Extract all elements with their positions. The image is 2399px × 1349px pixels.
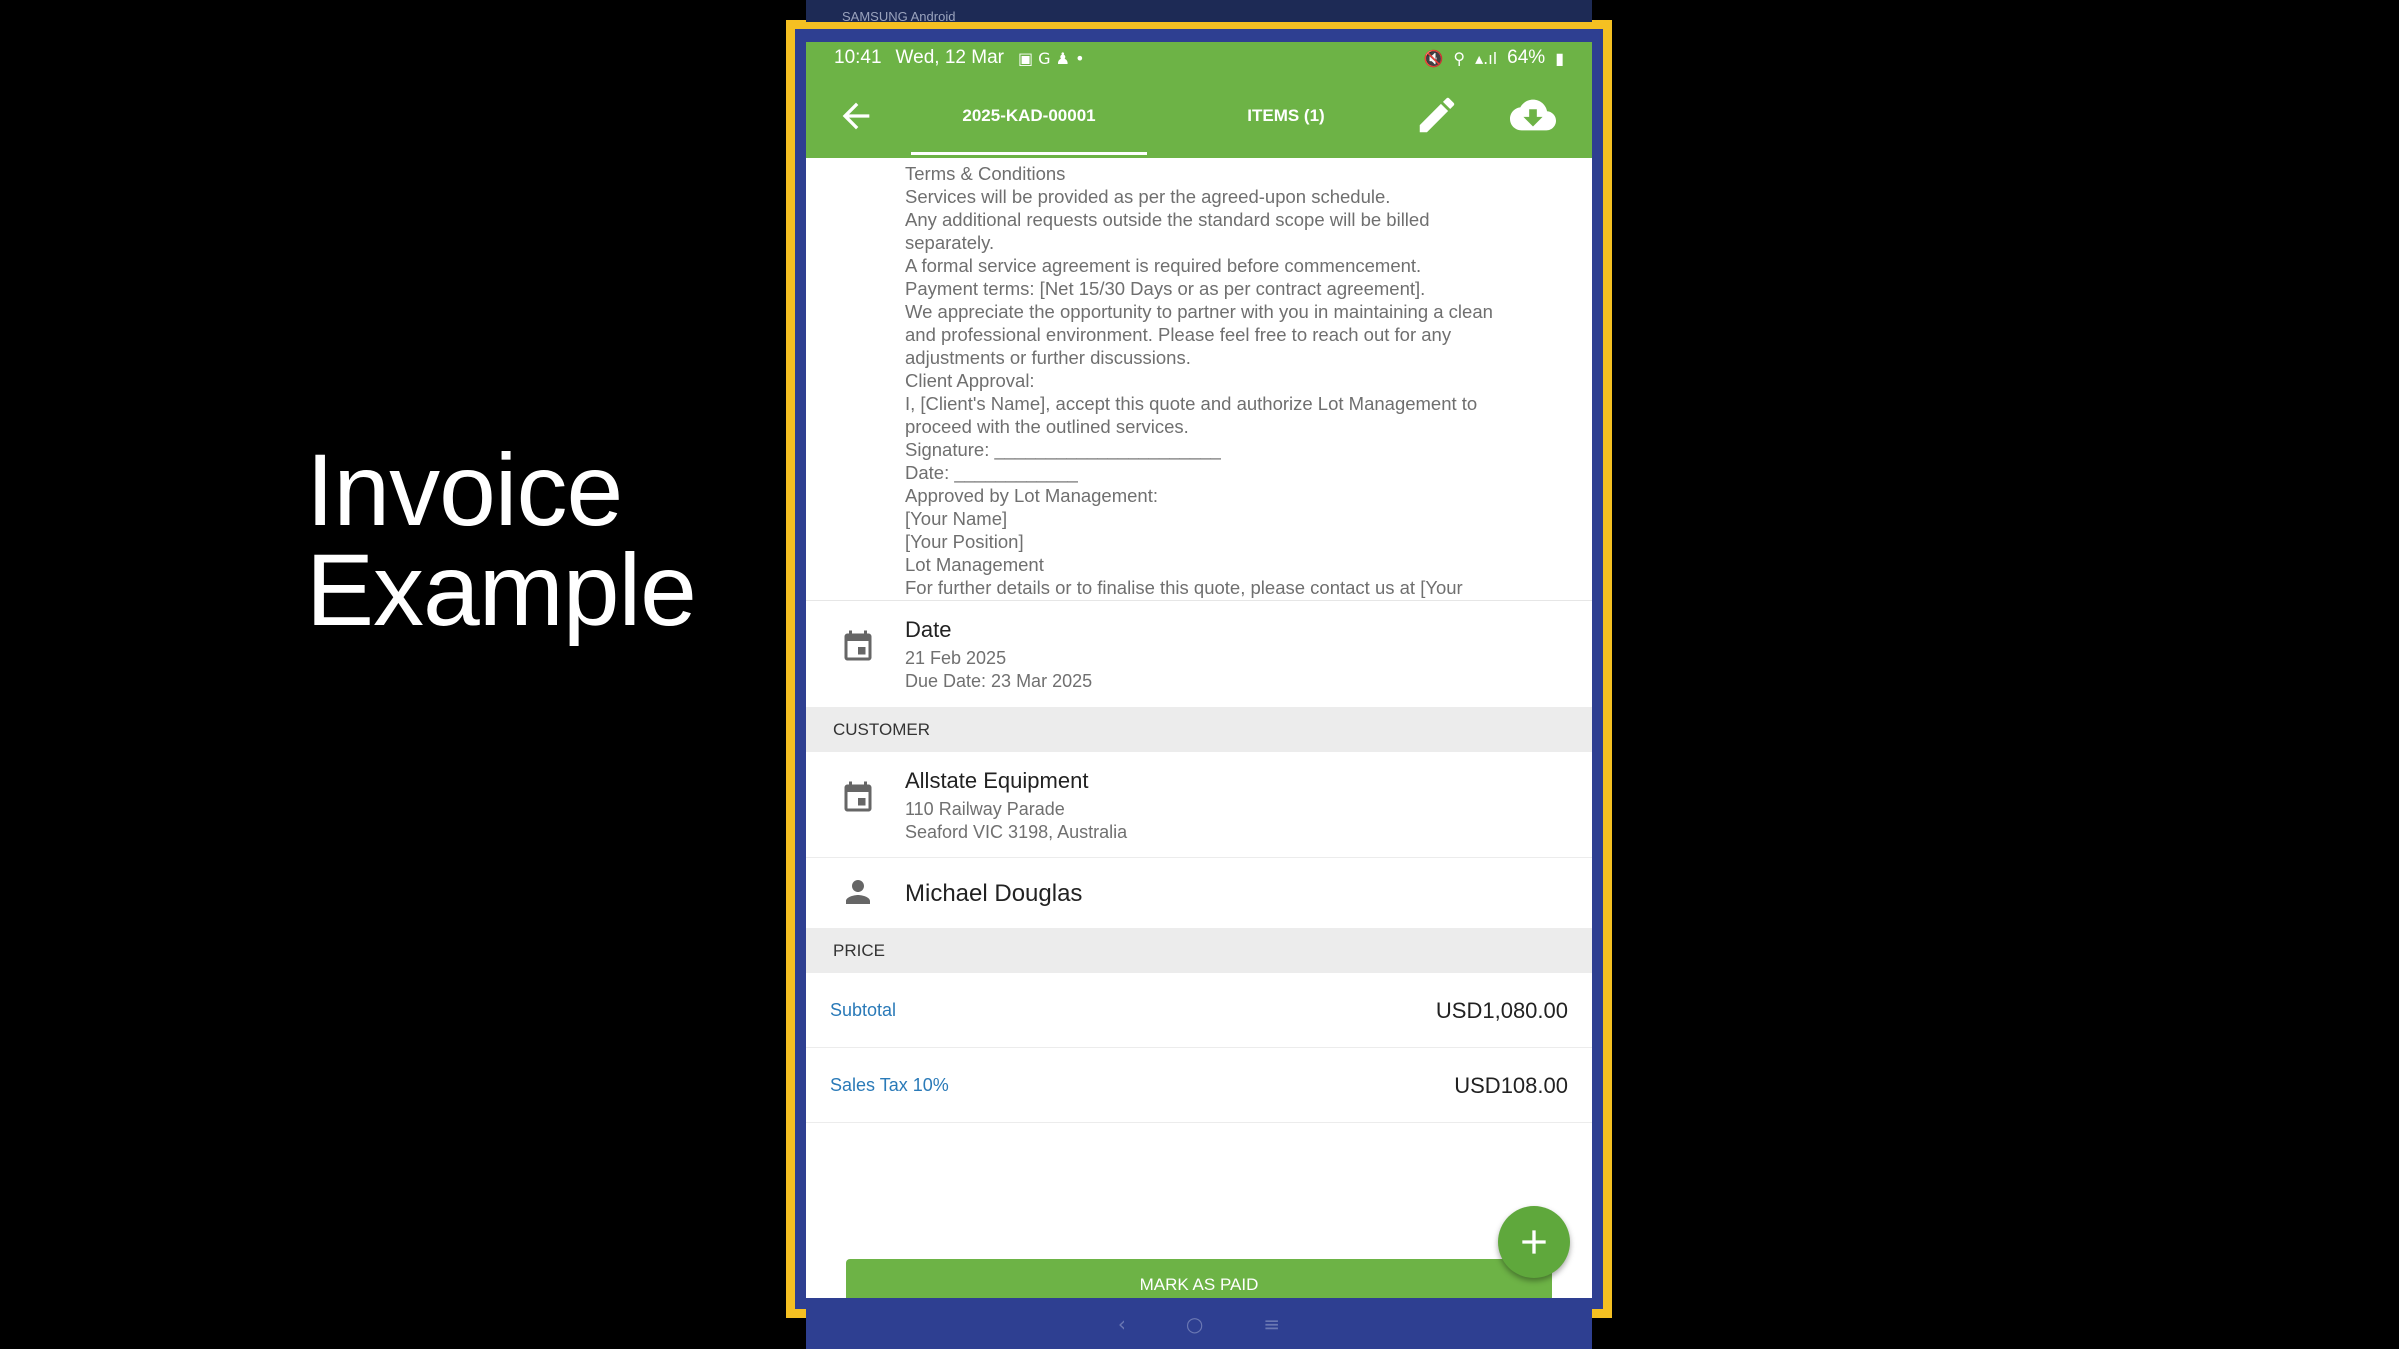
tab-items[interactable]: ITEMS (1) (1186, 74, 1386, 158)
terms-line: Client Approval: (905, 370, 1035, 391)
customer-section-header: CUSTOMER (806, 708, 1592, 752)
plus-icon (1522, 1230, 1546, 1254)
terms-line: adjustments or further discussions. (905, 347, 1191, 368)
terms-line: and professional environment. Please fee… (905, 324, 1452, 345)
subtotal-value: USD1,080.00 (1435, 998, 1568, 1023)
nav-home-icon[interactable]: ○ (1186, 1312, 1203, 1336)
battery-percent: 64% (1507, 47, 1546, 68)
terms-line: Approved by Lot Management: (905, 485, 1158, 506)
customer-name: Allstate Equipment (905, 768, 1089, 793)
terms-line: I, [Client's Name], accept this quote an… (905, 393, 1478, 414)
device-top-strip: SAMSUNG Android (806, 0, 1592, 24)
battery-icon: ▮ (1555, 48, 1564, 68)
location-icon: ⚲ (1453, 48, 1466, 68)
customer-address-line2: Seaford VIC 3198, Australia (905, 822, 1128, 842)
mute-icon: 🔇 (1423, 48, 1444, 68)
app-bar: 2025-KAD-00001 ITEMS (1) (806, 74, 1592, 158)
terms-line: A formal service agreement is required b… (905, 255, 1422, 276)
edit-pencil-icon[interactable] (1414, 92, 1460, 138)
back-arrow-icon[interactable] (836, 96, 876, 136)
slide-title: Invoice Example (306, 433, 697, 647)
price-section-header: PRICE (806, 929, 1592, 973)
subtotal-label: Subtotal (830, 1000, 897, 1020)
add-fab-button[interactable] (1498, 1206, 1570, 1278)
wifi-signal-icon: ▴.ıl (1475, 48, 1498, 68)
nav-recents-icon[interactable]: ≡ (1263, 1312, 1280, 1336)
terms-line: Any additional requests outside the stan… (905, 209, 1430, 230)
terms-line: For further details or to finalise this … (905, 577, 1463, 598)
phone-screen: 10:41 Wed, 12 Mar ▣ G ♟ • 🔇 ⚲ ▴.ıl 64% ▮… (806, 42, 1592, 1298)
android-nav-bar: ‹ ○ ≡ (806, 1298, 1592, 1349)
due-date: Due Date: 23 Mar 2025 (905, 671, 1093, 691)
sales-tax-value: USD108.00 (1454, 1073, 1568, 1098)
sales-tax-label: Sales Tax 10% (830, 1075, 949, 1095)
terms-line: Terms & Conditions (905, 163, 1066, 184)
device-label: SAMSUNG Android (842, 9, 956, 24)
terms-line: Lot Management (905, 554, 1044, 575)
terms-line: We appreciate the opportunity to partner… (905, 301, 1493, 322)
terms-line: Signature: ______________________ (905, 439, 1221, 460)
tab-indicator (911, 152, 1147, 155)
notification-icons: ▣ G ♟ • (1017, 48, 1085, 68)
cloud-download-icon[interactable] (1508, 92, 1558, 138)
terms-line: Date: ____________ (905, 462, 1078, 483)
slide-title-line1: Invoice (306, 433, 623, 547)
subtotal-row: Subtotal USD1,080.00 (806, 973, 1592, 1048)
terms-line: [Your Name] (905, 508, 1008, 529)
customer-address-line1: 110 Railway Parade (905, 799, 1065, 819)
calendar-icon (844, 781, 872, 812)
invoice-detail: Terms & Conditions Services will be provi… (806, 158, 1592, 1298)
status-bar: 10:41 Wed, 12 Mar ▣ G ♟ • 🔇 ⚲ ▴.ıl 64% ▮ (806, 42, 1592, 74)
terms-and-conditions: Terms & Conditions Services will be provi… (806, 158, 1592, 601)
person-icon (846, 880, 870, 904)
sales-tax-row: Sales Tax 10% USD108.00 (806, 1048, 1592, 1123)
slide-title-line2: Example (306, 533, 697, 647)
contact-name: Michael Douglas (905, 880, 1083, 907)
invoice-date: 21 Feb 2025 (905, 648, 1007, 668)
mark-as-paid-button[interactable]: MARK AS PAID (846, 1259, 1552, 1298)
tab-invoice[interactable]: 2025-KAD-00001 (911, 74, 1147, 158)
terms-line: proceed with the outlined services. (905, 416, 1189, 437)
date-title: Date (905, 617, 952, 642)
date-row[interactable]: Date 21 Feb 2025 Due Date: 23 Mar 2025 (806, 601, 1592, 708)
terms-line: separately. (905, 232, 995, 253)
terms-line: [Your Position] (905, 531, 1024, 552)
terms-line: Payment terms: [Net 15/30 Days or as per… (905, 278, 1426, 299)
status-time: 10:41 (834, 47, 882, 68)
nav-back-icon[interactable]: ‹ (1118, 1312, 1126, 1336)
terms-line: Services will be provided as per the agr… (905, 186, 1391, 207)
status-date: Wed, 12 Mar (895, 47, 1004, 68)
customer-row[interactable]: Allstate Equipment 110 Railway Parade Se… (806, 752, 1592, 858)
calendar-icon (844, 630, 872, 661)
contact-row[interactable]: Michael Douglas (806, 858, 1592, 929)
